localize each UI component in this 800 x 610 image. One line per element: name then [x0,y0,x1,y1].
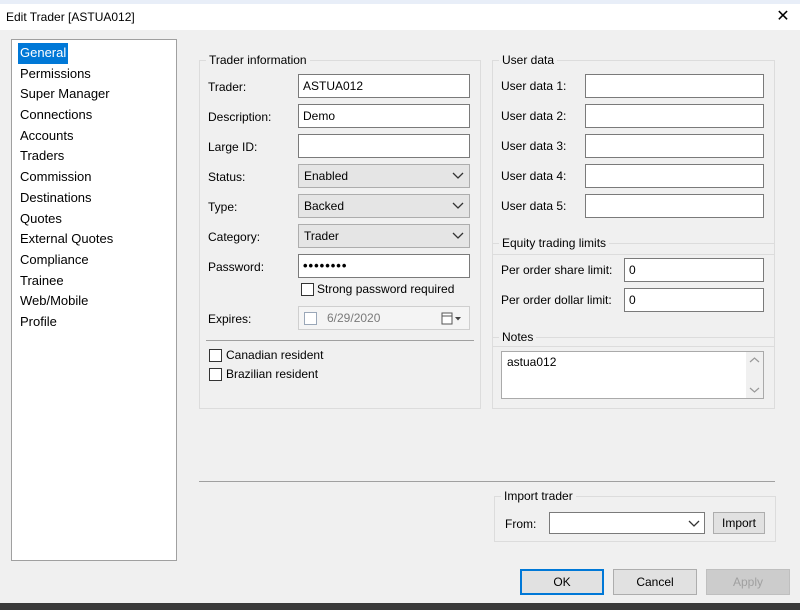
trader-label: Trader: [208,80,247,94]
status-value: Enabled [304,169,349,183]
expires-value: 6/29/2020 [327,311,381,325]
share-limit-field[interactable]: 0 [624,258,764,282]
chevron-down-icon [452,232,464,239]
from-dropdown[interactable] [549,512,705,534]
nav-item-permissions[interactable]: Permissions [18,64,93,85]
nav-item-external-quotes[interactable]: External Quotes [18,229,115,250]
canadian-resident-checkbox[interactable] [209,349,222,362]
scroll-up-icon[interactable] [746,353,763,367]
brazilian-resident-label: Brazilian resident [226,367,319,381]
brazilian-resident-checkbox[interactable] [209,368,222,381]
category-dropdown[interactable]: Trader [298,224,470,248]
large-id-label: Large ID: [208,140,258,154]
nav-item-trainee[interactable]: Trainee [18,271,66,292]
bottom-strip [0,603,800,610]
chevron-down-icon [452,172,464,179]
nav-item-general[interactable]: General [18,43,69,64]
dollar-limit-field[interactable]: 0 [624,288,764,312]
status-dropdown[interactable]: Enabled [298,164,470,188]
expires-date-picker[interactable]: 6/29/2020 [298,306,470,330]
strong-password-label: Strong password required [317,282,455,296]
nav-item-profile[interactable]: Profile [18,312,59,333]
trader-information-title: Trader information [206,52,310,68]
user-data-3-field[interactable] [585,134,764,158]
type-label: Type: [208,200,238,214]
close-icon[interactable]: ✕ [774,8,792,26]
apply-button[interactable]: Apply [706,569,790,595]
trader-field[interactable]: ASTUA012 [298,74,470,98]
user-data-4-label: User data 4: [501,169,567,183]
user-data-4-field[interactable] [585,164,764,188]
separator [206,340,474,341]
nav-item-traders[interactable]: Traders [18,146,66,167]
user-data-5-label: User data 5: [501,199,567,213]
dialog-body: General Permissions Super Manager Connec… [0,30,800,610]
type-dropdown[interactable]: Backed [298,194,470,218]
nav-item-accounts[interactable]: Accounts [18,126,75,147]
expires-label: Expires: [208,312,252,326]
user-data-title: User data [499,52,558,68]
notes-value: astua012 [507,355,557,369]
user-data-3-label: User data 3: [501,139,567,153]
window-title: Edit Trader [ASTUA012] [6,10,135,24]
chevron-down-icon [688,520,700,527]
user-data-5-field[interactable] [585,194,764,218]
nav-item-super-manager[interactable]: Super Manager [18,84,112,105]
from-label: From: [505,517,537,531]
share-limit-label: Per order share limit: [501,263,613,277]
ok-button[interactable]: OK [520,569,604,595]
chevron-down-icon [452,202,464,209]
password-label: Password: [208,260,265,274]
category-value: Trader [304,229,339,243]
description-field[interactable]: Demo [298,104,470,128]
strong-password-checkbox[interactable] [301,283,314,296]
nav-item-commission[interactable]: Commission [18,167,94,188]
cancel-button[interactable]: Cancel [613,569,697,595]
nav-item-connections[interactable]: Connections [18,105,94,126]
equity-limits-title: Equity trading limits [499,235,610,251]
type-value: Backed [304,199,345,213]
nav-item-compliance[interactable]: Compliance [18,250,91,271]
calendar-icon[interactable] [441,312,463,326]
title-bar: Edit Trader [ASTUA012] ✕ [0,4,800,30]
scroll-down-icon[interactable] [746,383,763,397]
large-id-field[interactable] [298,134,470,158]
description-label: Description: [208,110,272,124]
import-button[interactable]: Import [713,512,765,534]
canadian-resident-label: Canadian resident [226,348,324,362]
dollar-limit-label: Per order dollar limit: [501,293,612,307]
notes-textarea[interactable]: astua012 [501,351,764,399]
status-label: Status: [208,170,246,184]
nav-item-web-mobile[interactable]: Web/Mobile [18,291,90,312]
user-data-1-label: User data 1: [501,79,567,93]
notes-scrollbar[interactable] [746,352,763,398]
trader-information-group: Trader information Trader: ASTUA012 Desc… [199,52,481,409]
notes-title: Notes [499,329,537,345]
user-data-1-field[interactable] [585,74,764,98]
bottom-separator [199,481,775,482]
category-list: General Permissions Super Manager Connec… [11,39,177,561]
nav-item-destinations[interactable]: Destinations [18,188,94,209]
expires-checkbox[interactable] [304,312,317,325]
nav-item-quotes[interactable]: Quotes [18,209,64,230]
import-trader-title: Import trader [501,488,576,504]
password-field[interactable]: •••••••• [298,254,470,278]
user-data-2-field[interactable] [585,104,764,128]
user-data-2-label: User data 2: [501,109,567,123]
category-label: Category: [208,230,261,244]
